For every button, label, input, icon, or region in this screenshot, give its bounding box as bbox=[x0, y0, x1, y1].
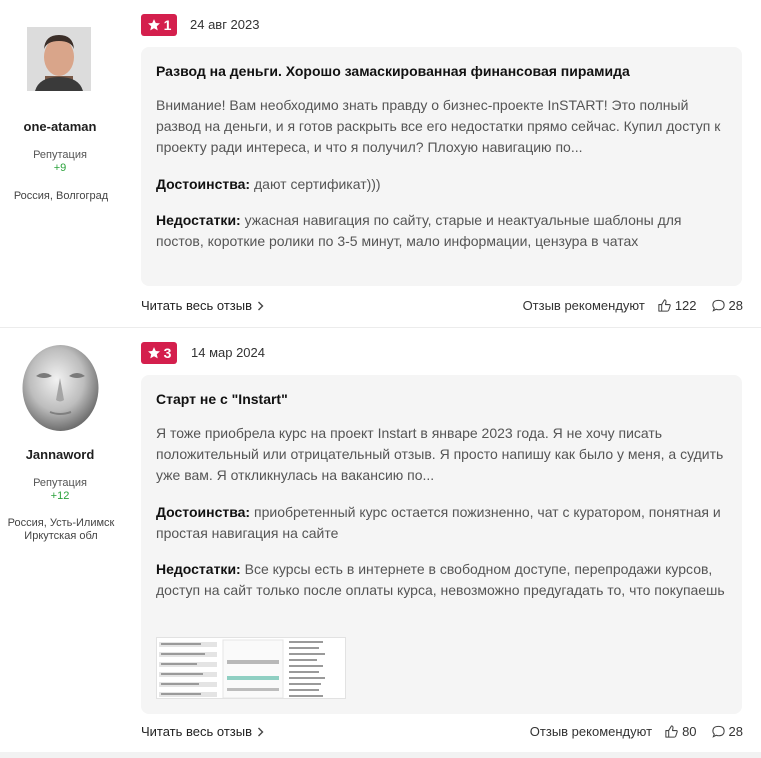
read-more-label: Читать весь отзыв bbox=[141, 298, 253, 313]
pros-label: Достоинства: bbox=[156, 504, 251, 520]
recommend-row: Отзыв рекомендуют 80 28 bbox=[530, 724, 743, 739]
rating-value: 3 bbox=[163, 345, 172, 361]
review-cons: Недостатки: ужасная навигация по сайту, … bbox=[156, 210, 731, 252]
review-text: Я тоже приобрела курс на проект Instart … bbox=[156, 425, 724, 483]
rating-badge: 1 bbox=[141, 14, 177, 36]
like-count: 122 bbox=[674, 298, 697, 313]
review-date: 14 мар 2024 bbox=[191, 345, 266, 360]
chevron-right-icon bbox=[258, 301, 264, 310]
pros-label: Достоинства: bbox=[156, 176, 251, 192]
review-cons: Недостатки: Все курсы есть в интернете в… bbox=[156, 559, 731, 601]
comments-button[interactable]: 28 bbox=[711, 298, 743, 313]
review-date: 24 авг 2023 bbox=[190, 17, 260, 32]
review-text: Внимание! Вам необходимо знать правду о … bbox=[156, 97, 721, 155]
reputation-value: +9 bbox=[53, 162, 67, 174]
username[interactable]: Jannaword bbox=[0, 447, 120, 462]
read-more-label: Читать весь отзыв bbox=[141, 724, 253, 739]
recommend-row: Отзыв рекомендуют 122 28 bbox=[523, 298, 743, 313]
like-button[interactable]: 122 bbox=[657, 298, 697, 313]
review-title[interactable]: Развод на деньги. Хорошо замаскированная… bbox=[156, 63, 630, 79]
rating-badge: 3 bbox=[141, 342, 177, 364]
comment-icon bbox=[711, 299, 725, 312]
star-icon bbox=[147, 347, 160, 359]
review-card: Старт не с "Instart" Я тоже приобрела ку… bbox=[141, 375, 742, 714]
comment-count: 28 bbox=[728, 298, 743, 313]
page-bottom-strip bbox=[0, 752, 761, 758]
avatar-mask-image bbox=[22, 345, 99, 431]
reputation-label: Репутация bbox=[33, 149, 87, 161]
user-avatar[interactable] bbox=[27, 27, 91, 91]
pros-text: дают сертификат))) bbox=[254, 176, 381, 192]
cons-label: Недостатки: bbox=[156, 212, 241, 228]
chevron-right-icon bbox=[258, 727, 264, 736]
comment-icon bbox=[711, 725, 725, 738]
user-avatar[interactable] bbox=[16, 342, 105, 431]
review-card: Развод на деньги. Хорошо замаскированная… bbox=[141, 47, 742, 286]
avatar-photo bbox=[27, 27, 91, 91]
recommend-label: Отзыв рекомендуют bbox=[529, 724, 653, 739]
comments-button[interactable]: 28 bbox=[711, 724, 743, 739]
reputation-value: +12 bbox=[50, 490, 70, 502]
review-body: Внимание! Вам необходимо знать правду о … bbox=[156, 95, 731, 252]
thumbs-up-icon bbox=[665, 725, 678, 738]
star-icon bbox=[147, 19, 160, 31]
cons-text: Все курсы есть в интернете в свободном д… bbox=[156, 561, 725, 598]
thumbs-up-icon bbox=[658, 299, 671, 312]
review-item: one-ataman Репутация +9 Россия, Волгогра… bbox=[0, 0, 761, 327]
review-pros: Достоинства: приобретенный курс остается… bbox=[156, 502, 731, 544]
read-full-review-link[interactable]: Читать весь отзыв bbox=[141, 724, 264, 739]
attachment-screenshot bbox=[159, 639, 325, 698]
review-title[interactable]: Старт не с "Instart" bbox=[156, 391, 288, 407]
review-body: Я тоже приобрела курс на проект Instart … bbox=[156, 423, 731, 601]
read-full-review-link[interactable]: Читать весь отзыв bbox=[141, 298, 264, 313]
comment-count: 28 bbox=[728, 724, 743, 739]
reputation-label: Репутация bbox=[33, 477, 87, 489]
username[interactable]: one-ataman bbox=[0, 119, 120, 134]
recommend-label: Отзыв рекомендуют bbox=[522, 298, 645, 313]
review-attachment-image[interactable] bbox=[156, 637, 346, 699]
like-button[interactable]: 80 bbox=[664, 724, 697, 739]
rating-value: 1 bbox=[163, 17, 172, 33]
review-pros: Достоинства: дают сертификат))) bbox=[156, 174, 731, 195]
user-location: Россия, Волгоград bbox=[13, 190, 109, 202]
review-item: Jannaword Репутация +12 Россия, Усть-Или… bbox=[0, 328, 761, 752]
cons-label: Недостатки: bbox=[156, 561, 241, 577]
like-count: 80 bbox=[682, 724, 697, 739]
user-location: Россия, Усть-Илимск Иркутская обл bbox=[7, 517, 115, 542]
